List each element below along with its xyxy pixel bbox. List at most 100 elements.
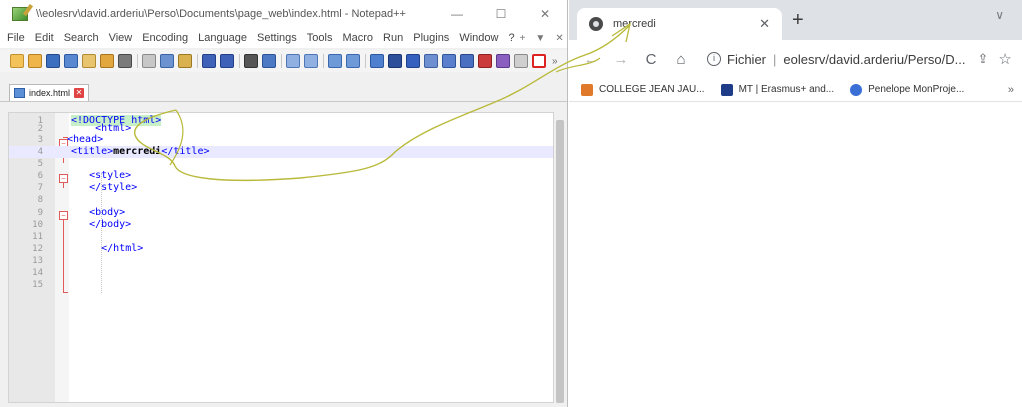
- maximize-button[interactable]: ☐: [479, 0, 523, 28]
- style-open-tag: <style>: [89, 170, 132, 181]
- college-favicon-icon: [581, 83, 593, 96]
- head-open-tag: <head>: [67, 134, 104, 145]
- close-doc-button[interactable]: ✕: [555, 33, 563, 44]
- find-icon[interactable]: [244, 54, 258, 68]
- macro-play-icon[interactable]: [514, 54, 528, 68]
- sync-vertical-icon[interactable]: [328, 54, 342, 68]
- tab-index-html[interactable]: index.html ✕: [9, 84, 90, 101]
- notepadpp-app-icon: [12, 7, 28, 21]
- function-list-icon[interactable]: [460, 54, 474, 68]
- menu-tools[interactable]: Tools: [302, 32, 338, 44]
- show-all-chars-icon[interactable]: [388, 54, 402, 68]
- zoom-in-icon[interactable]: [286, 54, 300, 68]
- save-icon[interactable]: [46, 54, 60, 68]
- zoom-out-icon[interactable]: [304, 54, 318, 68]
- tab-search-chevron-icon[interactable]: ∨: [995, 8, 1004, 22]
- close-all-icon[interactable]: [100, 54, 114, 68]
- code-line-5: 5: [9, 158, 553, 170]
- tab-close-icon[interactable]: ✕: [759, 16, 770, 32]
- browser-tab-strip: mercredi ✕ + ∨: [569, 0, 1022, 40]
- menu-encoding[interactable]: Encoding: [137, 32, 193, 44]
- tab-close-icon[interactable]: ✕: [74, 88, 85, 98]
- menu-file[interactable]: File: [2, 32, 30, 44]
- paste-icon[interactable]: [178, 54, 192, 68]
- menu-settings[interactable]: Settings: [252, 32, 302, 44]
- reload-button[interactable]: C: [643, 51, 659, 68]
- tab-list-button[interactable]: ▼: [535, 33, 545, 44]
- menu-run[interactable]: Run: [378, 32, 408, 44]
- menu-plugins[interactable]: Plugins: [408, 32, 454, 44]
- globe-icon: [589, 17, 603, 31]
- toolbar-more-icon[interactable]: »: [552, 56, 558, 67]
- home-button[interactable]: ⌂: [673, 51, 689, 68]
- browser-tab-mercredi[interactable]: mercredi ✕: [577, 8, 782, 40]
- open-file-icon[interactable]: [28, 54, 42, 68]
- body-open-tag: <body>: [89, 207, 126, 218]
- html-open-tag: <html>: [95, 123, 132, 134]
- new-tab-button[interactable]: +: [792, 10, 804, 30]
- new-tab-button[interactable]: +: [520, 33, 526, 44]
- folder-workspace-icon[interactable]: [478, 54, 492, 68]
- url-text[interactable]: eolesrv/david.arderiu/Perso/D...: [783, 52, 965, 67]
- monitoring-icon[interactable]: [496, 54, 510, 68]
- cut-icon[interactable]: [142, 54, 156, 68]
- vertical-scrollbar[interactable]: [554, 112, 566, 403]
- undo-icon[interactable]: [202, 54, 216, 68]
- close-button[interactable]: ✕: [523, 0, 567, 28]
- bookmark-penelope[interactable]: Penelope MonProje...: [850, 83, 964, 96]
- bookmark-star-icon[interactable]: ☆: [998, 50, 1011, 68]
- close-file-icon[interactable]: [82, 54, 96, 68]
- back-button[interactable]: ←: [583, 51, 599, 68]
- copy-icon[interactable]: [160, 54, 174, 68]
- body-close-tag: </body>: [89, 219, 132, 230]
- toolbar-separator: [137, 54, 138, 68]
- line-number: 15: [32, 280, 43, 290]
- protocol-label: Fichier: [727, 51, 767, 67]
- udl-icon[interactable]: [424, 54, 438, 68]
- indent-guide-icon[interactable]: [406, 54, 420, 68]
- code-line-13: 13: [9, 255, 553, 267]
- window-title: \\eolesrv\david.arderiu\Perso\Documents\…: [36, 8, 406, 20]
- title-open-tag: <title>: [71, 146, 114, 157]
- info-icon[interactable]: i: [707, 52, 721, 66]
- address-bar[interactable]: i Fichier | eolesrv/david.arderiu/Perso/…: [707, 45, 1012, 73]
- code-line-11: 11: [9, 231, 553, 243]
- menu-macro[interactable]: Macro: [337, 32, 378, 44]
- bookmark-college[interactable]: COLLEGE JEAN JAU...: [581, 83, 705, 96]
- menu-edit[interactable]: Edit: [30, 32, 59, 44]
- bookmarks-bar: COLLEGE JEAN JAU... MT | Erasmus+ and...…: [569, 78, 1022, 102]
- window-controls: — ☐ ✕: [435, 0, 567, 28]
- replace-icon[interactable]: [262, 54, 276, 68]
- toolbar-separator: [281, 54, 282, 68]
- save-all-icon[interactable]: [64, 54, 78, 68]
- code-editor[interactable]: − − − 1 <!DOCTYPE html> 2 <html> 3 <head…: [8, 112, 554, 403]
- code-text: <head>: [67, 134, 103, 146]
- line-number: 6: [37, 171, 43, 181]
- print-icon[interactable]: [118, 54, 132, 68]
- title-text: mercredi: [113, 146, 162, 157]
- style-close-tag: </style>: [89, 182, 138, 193]
- word-wrap-icon[interactable]: [370, 54, 384, 68]
- macro-record-icon[interactable]: [532, 54, 546, 68]
- sync-horizontal-icon[interactable]: [346, 54, 360, 68]
- bookmarks-overflow-icon[interactable]: »: [1008, 84, 1014, 96]
- bookmark-erasmus[interactable]: MT | Erasmus+ and...: [720, 83, 834, 96]
- menu-view[interactable]: View: [104, 32, 138, 44]
- desktop: \\eolesrv\david.arderiu\Perso\Documents\…: [0, 0, 1022, 407]
- toolbar-separator: [197, 54, 198, 68]
- code-line-14: 14: [9, 267, 553, 279]
- new-file-icon[interactable]: [10, 54, 24, 68]
- minimize-button[interactable]: —: [435, 0, 479, 28]
- menu-search[interactable]: Search: [59, 32, 104, 44]
- menu-language[interactable]: Language: [193, 32, 252, 44]
- forward-button[interactable]: →: [613, 51, 629, 68]
- doc-map-icon[interactable]: [442, 54, 456, 68]
- menu-window[interactable]: Window: [454, 32, 503, 44]
- menu-help[interactable]: ?: [503, 32, 519, 44]
- share-icon[interactable]: ⇪: [978, 51, 989, 67]
- scrollbar-thumb[interactable]: [556, 120, 564, 403]
- page-content[interactable]: [569, 103, 1022, 407]
- redo-icon[interactable]: [220, 54, 234, 68]
- fold-line: [63, 292, 68, 293]
- code-line-10: 10 </body>: [9, 219, 553, 231]
